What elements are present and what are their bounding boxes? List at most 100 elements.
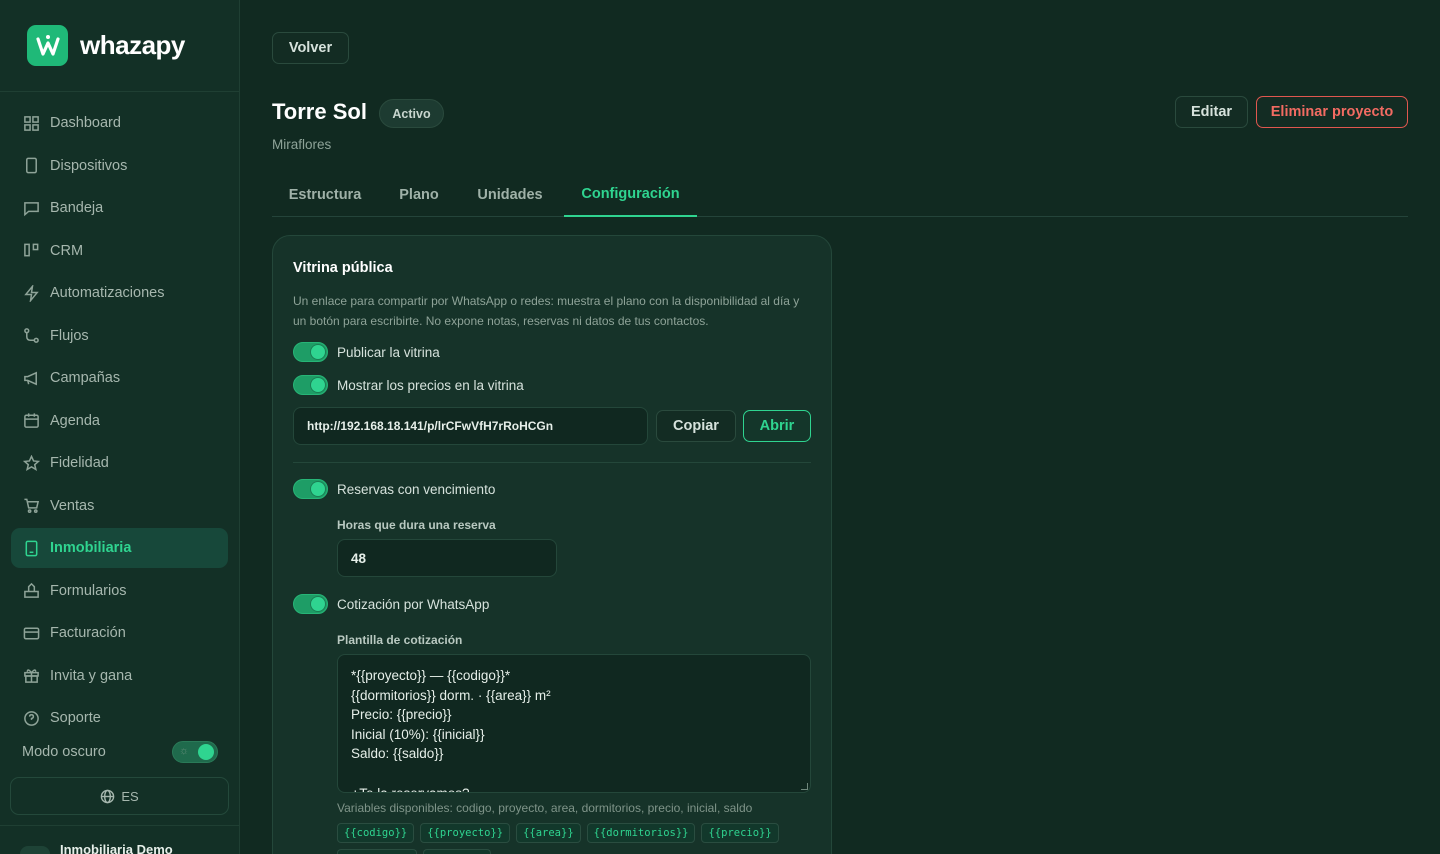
- sidebar-item-label: Flujos: [50, 327, 89, 344]
- brand[interactable]: whazapy: [0, 0, 239, 92]
- back-button[interactable]: Volver: [272, 32, 349, 64]
- sidebar-item-label: Soporte: [50, 710, 101, 726]
- switch-knob: [311, 378, 325, 392]
- show-prices-label: Mostrar los precios en la vitrina: [337, 377, 524, 393]
- status-badge: Activo: [379, 99, 444, 128]
- sidebar-item-facturacion[interactable]: Facturación: [11, 613, 228, 653]
- reservations-toggle-row: Reservas con vencimiento: [293, 478, 495, 500]
- showcase-url-field[interactable]: http://192.168.18.141/p/lrCFwVfH7rRoHCGn: [293, 407, 648, 445]
- template-line: Saldo: {{saldo}}: [351, 746, 444, 762]
- cart-icon: [22, 497, 40, 515]
- switch-knob: [311, 597, 325, 611]
- quote-label: Cotización por WhatsApp: [337, 596, 490, 612]
- variable-chips: {{codigo}} {{proyecto}} {{area}} {{dormi…: [337, 823, 817, 843]
- quote-switch[interactable]: [293, 594, 328, 614]
- language-button[interactable]: ES: [10, 777, 229, 815]
- dark-mode-label: Modo oscuro: [22, 744, 106, 760]
- variable-chip-precio[interactable]: {{precio}}: [701, 823, 779, 843]
- toggle-knob: [198, 744, 214, 760]
- hours-label: Horas que dura una reserva: [337, 518, 496, 532]
- help-icon: [22, 709, 40, 727]
- variable-chip-proyecto[interactable]: {{proyecto}}: [420, 823, 511, 843]
- sidebar-item-bandeja[interactable]: Bandeja: [11, 188, 228, 228]
- sidebar-item-fidelidad[interactable]: Fidelidad: [11, 443, 228, 483]
- variable-chips-row-2: [337, 849, 491, 854]
- card-title: Vitrina pública: [293, 260, 393, 276]
- public-showcase-card: Vitrina pública Un enlace para compartir…: [272, 235, 832, 854]
- variable-chip-dormitorios[interactable]: {{dormitorios}}: [586, 823, 696, 843]
- sidebar-item-label: Facturación: [50, 625, 126, 641]
- sidebar-item-campanas[interactable]: Campañas: [11, 358, 228, 398]
- quote-toggle-row: Cotización por WhatsApp: [293, 593, 489, 615]
- sidebar-nav: Dashboard Dispositivos Bandeja CRM Autom…: [0, 92, 239, 738]
- sidebar-item-label: Fidelidad: [50, 455, 109, 471]
- page-title: Torre Sol: [272, 99, 367, 124]
- variable-chip-codigo[interactable]: {{codigo}}: [337, 823, 415, 843]
- sidebar-item-soporte[interactable]: Soporte: [11, 698, 228, 738]
- template-line: ¿Te la reservamos?: [351, 784, 797, 792]
- form-icon: [22, 582, 40, 600]
- dark-mode-row: Modo oscuro ☼: [22, 740, 218, 764]
- sidebar-item-dispositivos[interactable]: Dispositivos: [11, 146, 228, 186]
- flow-icon: [22, 327, 40, 345]
- sidebar-item-dashboard[interactable]: Dashboard: [11, 103, 228, 143]
- sidebar-item-agenda[interactable]: Agenda: [11, 401, 228, 441]
- show-prices-toggle-row: Mostrar los precios en la vitrina: [293, 374, 524, 396]
- sidebar-item-label: Automatizaciones: [50, 285, 165, 301]
- sidebar-item-crm[interactable]: CRM: [11, 231, 228, 271]
- whatsapp-w-logo-icon: [27, 25, 68, 66]
- sidebar-item-label: Formularios: [50, 582, 127, 599]
- open-button[interactable]: Abrir: [743, 410, 811, 442]
- tab-plano[interactable]: Plano: [383, 173, 455, 217]
- variable-chip-area[interactable]: {{area}}: [516, 823, 581, 843]
- sidebar-item-flujos[interactable]: Flujos: [11, 316, 228, 356]
- template-line: Precio: {{precio}}: [351, 707, 452, 723]
- reservations-label: Reservas con vencimiento: [337, 481, 496, 497]
- quote-template-textarea[interactable]: *{{proyecto}} — {{codigo}}* {{dormitorio…: [337, 654, 811, 793]
- language-label: ES: [121, 788, 139, 804]
- globe-icon: [101, 789, 115, 803]
- account-name: Inmobiliaria Demo: [60, 844, 173, 854]
- publish-toggle-row: Publicar la vitrina: [293, 341, 440, 363]
- bolt-icon: [22, 284, 40, 302]
- sidebar-item-invita-y-gana[interactable]: Invita y gana: [11, 656, 228, 696]
- card-icon: [22, 624, 40, 642]
- delete-project-button[interactable]: Eliminar proyecto: [1256, 96, 1408, 128]
- tab-unidades[interactable]: Unidades: [462, 173, 558, 217]
- sidebar-item-label: Campañas: [50, 370, 121, 386]
- switch-knob: [311, 345, 325, 359]
- sidebar-item-label: CRM: [50, 242, 84, 259]
- sidebar-item-label: Inmobiliaria: [50, 540, 132, 556]
- variables-label: Variables disponibles: codigo, proyecto,…: [337, 801, 753, 815]
- hours-input[interactable]: 48: [337, 539, 557, 577]
- tab-bar: Estructura Plano Unidades Configuración: [272, 173, 1408, 217]
- avatar: [20, 846, 50, 854]
- template-line: *{{proyecto}} — {{codigo}}*: [351, 668, 511, 683]
- calendar-icon: [22, 412, 40, 430]
- account-row[interactable]: Inmobiliaria Demo: [0, 825, 239, 854]
- reservations-switch[interactable]: [293, 479, 328, 499]
- variable-chip-partial[interactable]: [423, 849, 491, 854]
- sidebar-item-label: Dashboard: [50, 115, 121, 131]
- show-prices-switch[interactable]: [293, 375, 328, 395]
- variable-chip-partial[interactable]: [337, 849, 417, 854]
- publish-label: Publicar la vitrina: [337, 344, 440, 360]
- sun-icon: ☼: [179, 745, 190, 757]
- phone-icon: [22, 157, 40, 175]
- sidebar-item-label: Agenda: [50, 412, 100, 429]
- sidebar-item-formularios[interactable]: Formularios: [11, 571, 228, 611]
- grid-icon: [22, 114, 40, 132]
- publish-switch[interactable]: [293, 342, 328, 362]
- project-location: Miraflores: [272, 137, 332, 152]
- edit-button[interactable]: Editar: [1175, 96, 1248, 128]
- sidebar-item-ventas[interactable]: Ventas: [11, 486, 228, 526]
- star-icon: [22, 454, 40, 472]
- copy-button[interactable]: Copiar: [656, 410, 736, 442]
- tab-estructura[interactable]: Estructura: [272, 173, 378, 217]
- sidebar-item-inmobiliaria[interactable]: Inmobiliaria: [11, 528, 228, 568]
- resize-grip-icon[interactable]: [801, 783, 808, 790]
- sidebar-item-automatizaciones[interactable]: Automatizaciones: [11, 273, 228, 313]
- dark-mode-toggle[interactable]: ☼: [172, 741, 218, 763]
- tab-configuracion[interactable]: Configuración: [564, 173, 697, 217]
- template-label: Plantilla de cotización: [337, 633, 463, 647]
